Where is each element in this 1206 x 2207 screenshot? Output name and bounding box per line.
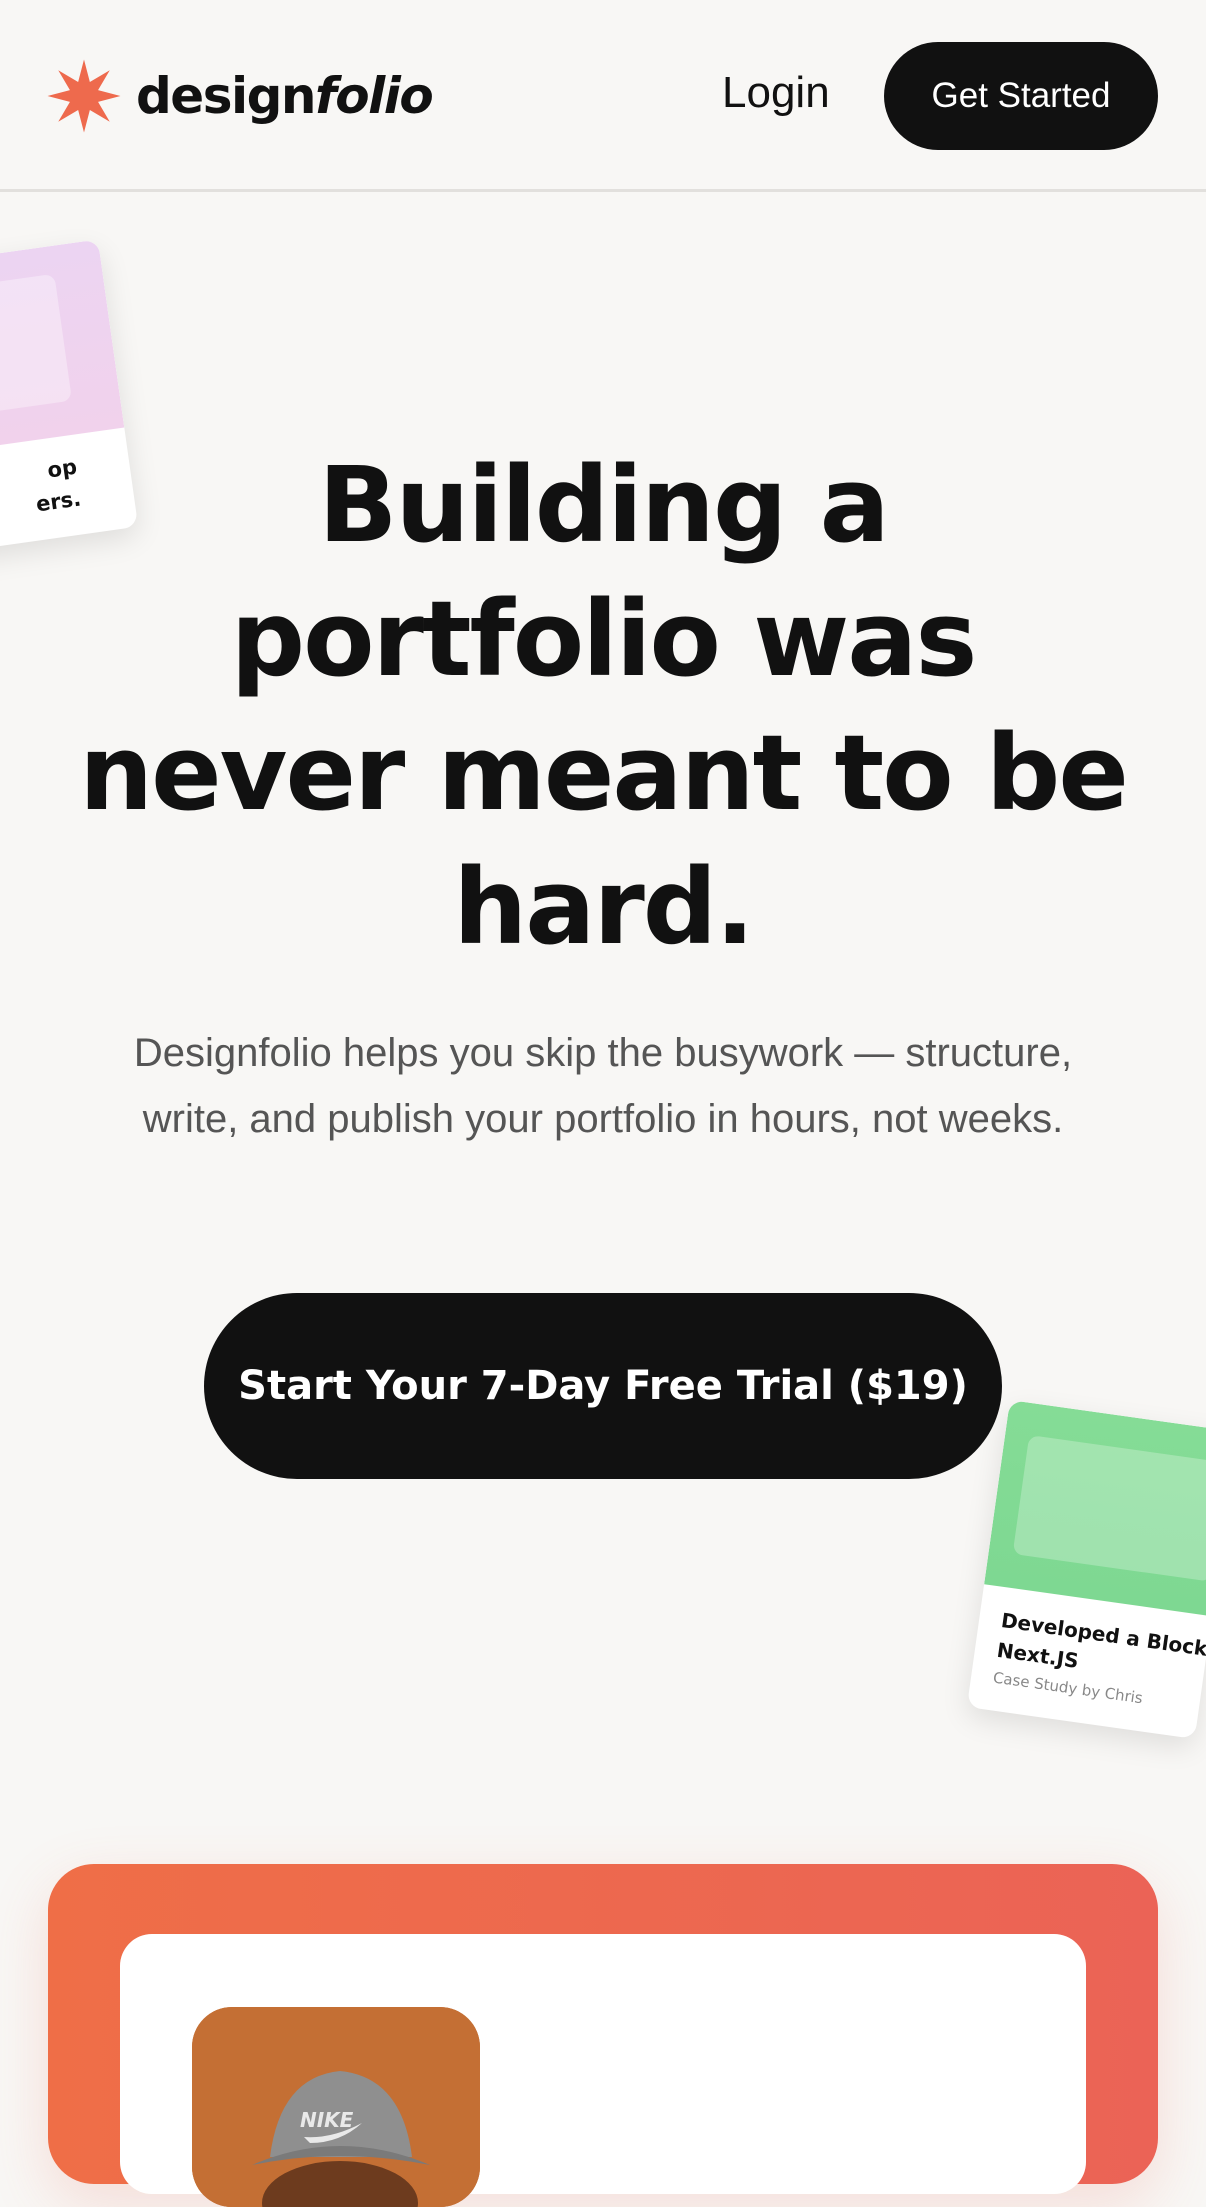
avatar-illustration-icon: NIKE <box>192 2007 480 2207</box>
login-link[interactable]: Login <box>722 68 830 118</box>
avatar: NIKE <box>192 2007 480 2207</box>
floating-case-study-card-right: Developed a Blockch Next.JS Case Study b… <box>966 1400 1206 1739</box>
hero-title: Building a portfolio was never meant to … <box>79 444 1129 968</box>
card-thumbnail <box>984 1400 1206 1617</box>
svg-text:NIKE: NIKE <box>300 2108 354 2132</box>
starburst-logo-icon <box>47 59 121 133</box>
card-thumbnail <box>0 239 125 459</box>
logo[interactable]: designfolio <box>46 56 434 136</box>
start-free-trial-button[interactable]: Start Your 7-Day Free Trial ($19) <box>204 1293 1002 1479</box>
get-started-button[interactable]: Get Started <box>884 42 1158 150</box>
logo-text: designfolio <box>136 67 434 125</box>
hero-subtitle: Designfolio helps you skip the busywork … <box>133 1031 1073 1141</box>
site-header: designfolio Login Get Started <box>0 0 1206 192</box>
